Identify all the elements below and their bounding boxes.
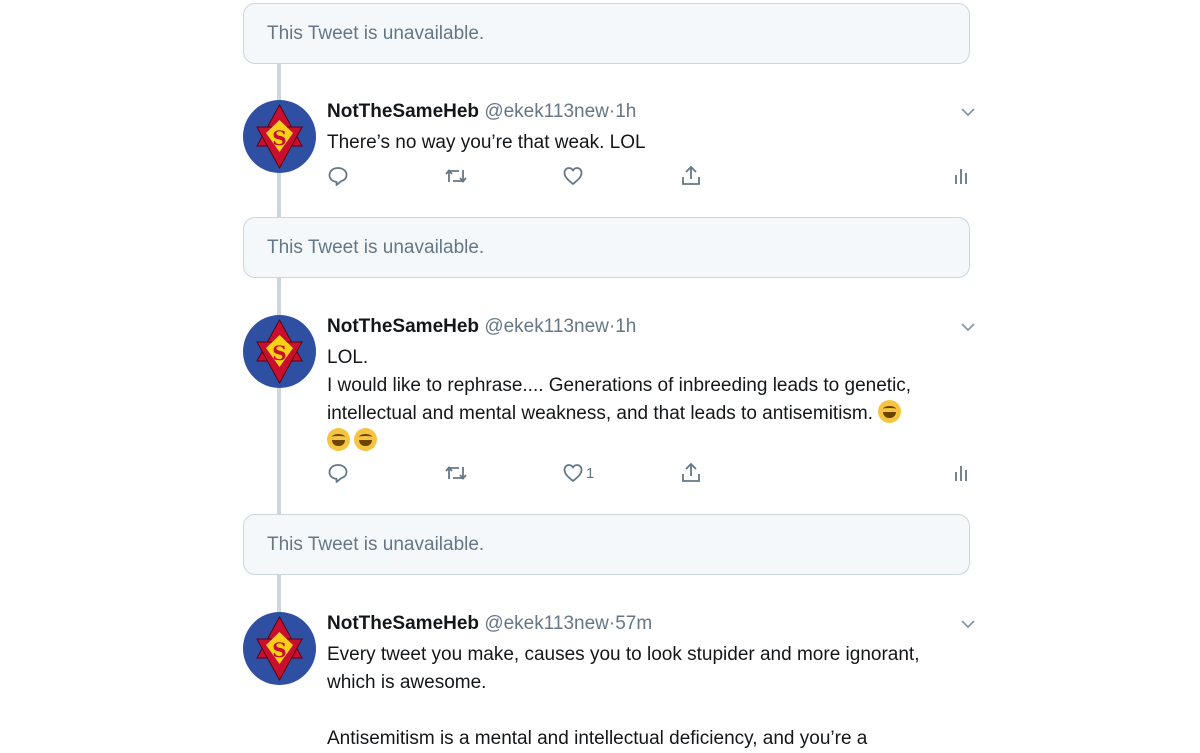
chevron-down-icon[interactable] [958,319,978,335]
share-button[interactable] [680,461,702,485]
unavailable-tweet-text: This Tweet is unavailable. [267,534,485,555]
tweet-text-line: LOL. [327,347,369,368]
tweet-text-line: intellectual and mental weakness, and th… [327,400,967,428]
timestamp[interactable]: 1h [615,101,636,122]
like-button[interactable] [562,164,586,188]
reply-button[interactable] [327,164,349,188]
tweet-text-line: I would like to rephrase.... Generations… [327,375,912,396]
thread-line [277,278,281,315]
tweet-header: NotTheSameHeb @ekek113new·57m [327,612,967,636]
reply-icon [327,462,349,484]
tweet-text-line: Every tweet you make, causes you to look… [327,644,920,665]
svg-text:S: S [272,341,286,365]
unavailable-tweet-box: This Tweet is unavailable. [243,217,970,278]
thread-line [277,173,281,217]
chevron-down-icon[interactable] [958,616,978,632]
user-handle[interactable]: @ekek113new [484,101,609,122]
tweet-text: Every tweet you make, causes you to look… [327,641,967,753]
share-button[interactable] [680,164,702,188]
svg-text:S: S [272,638,286,662]
user-handle[interactable]: @ekek113new [484,316,609,337]
face-with-tears-of-joy-emoji [878,400,902,423]
reply-icon [327,165,349,187]
face-with-tears-of-joy-emoji [327,428,350,451]
thread-line [277,388,281,514]
analytics-button[interactable] [953,164,969,188]
avatar[interactable]: S [243,612,316,685]
share-icon [680,462,702,484]
tweet-header: NotTheSameHeb @ekek113new·1h [327,315,967,339]
tweet-text-line: Antisemitism is a mental and intellectua… [327,728,868,749]
tweet-header: NotTheSameHeb @ekek113new·1h [327,100,967,124]
tweet-text: LOL. I would like to rephrase.... Genera… [327,344,967,456]
analytics-icon [953,165,969,187]
svg-text:S: S [272,126,286,150]
tweet-actions [327,164,967,188]
tweet-text: There’s no way you’re that weak. LOL [327,129,967,157]
reply-button[interactable] [327,461,349,485]
retweet-icon [444,462,468,484]
unavailable-tweet-box: This Tweet is unavailable. [243,514,970,575]
face-with-tears-of-joy-emoji [354,428,377,451]
like-button[interactable]: 1 [562,461,594,485]
like-icon [562,165,584,187]
retweet-button[interactable] [444,461,468,485]
like-count: 1 [586,464,595,482]
tweet-text-blank-line [327,697,967,725]
display-name[interactable]: NotTheSameHeb [327,613,479,634]
analytics-icon [953,462,969,484]
retweet-icon [444,165,468,187]
tweet-text-line [327,428,967,456]
user-handle[interactable]: @ekek113new [484,613,609,634]
tweet-actions: 1 [327,461,967,485]
share-icon [680,165,702,187]
display-name[interactable]: NotTheSameHeb [327,316,479,337]
unavailable-tweet-text: This Tweet is unavailable. [267,23,485,44]
tweet-text-span: intellectual and mental weakness, and th… [327,403,874,424]
timestamp[interactable]: 1h [615,316,636,337]
analytics-button[interactable] [953,461,969,485]
like-icon [562,462,584,484]
chevron-down-icon[interactable] [958,104,978,120]
tweet-text-line: which is awesome. [327,672,487,693]
unavailable-tweet-box: This Tweet is unavailable. [243,3,970,64]
thread-line [277,575,281,612]
tweet-text-line: There’s no way you’re that weak. LOL [327,132,646,153]
retweet-button[interactable] [444,164,468,188]
unavailable-tweet-text: This Tweet is unavailable. [267,237,485,258]
display-name[interactable]: NotTheSameHeb [327,101,479,122]
thread-line [277,63,281,100]
timestamp[interactable]: 57m [615,613,652,634]
avatar[interactable]: S [243,315,316,388]
avatar[interactable]: S [243,100,316,173]
